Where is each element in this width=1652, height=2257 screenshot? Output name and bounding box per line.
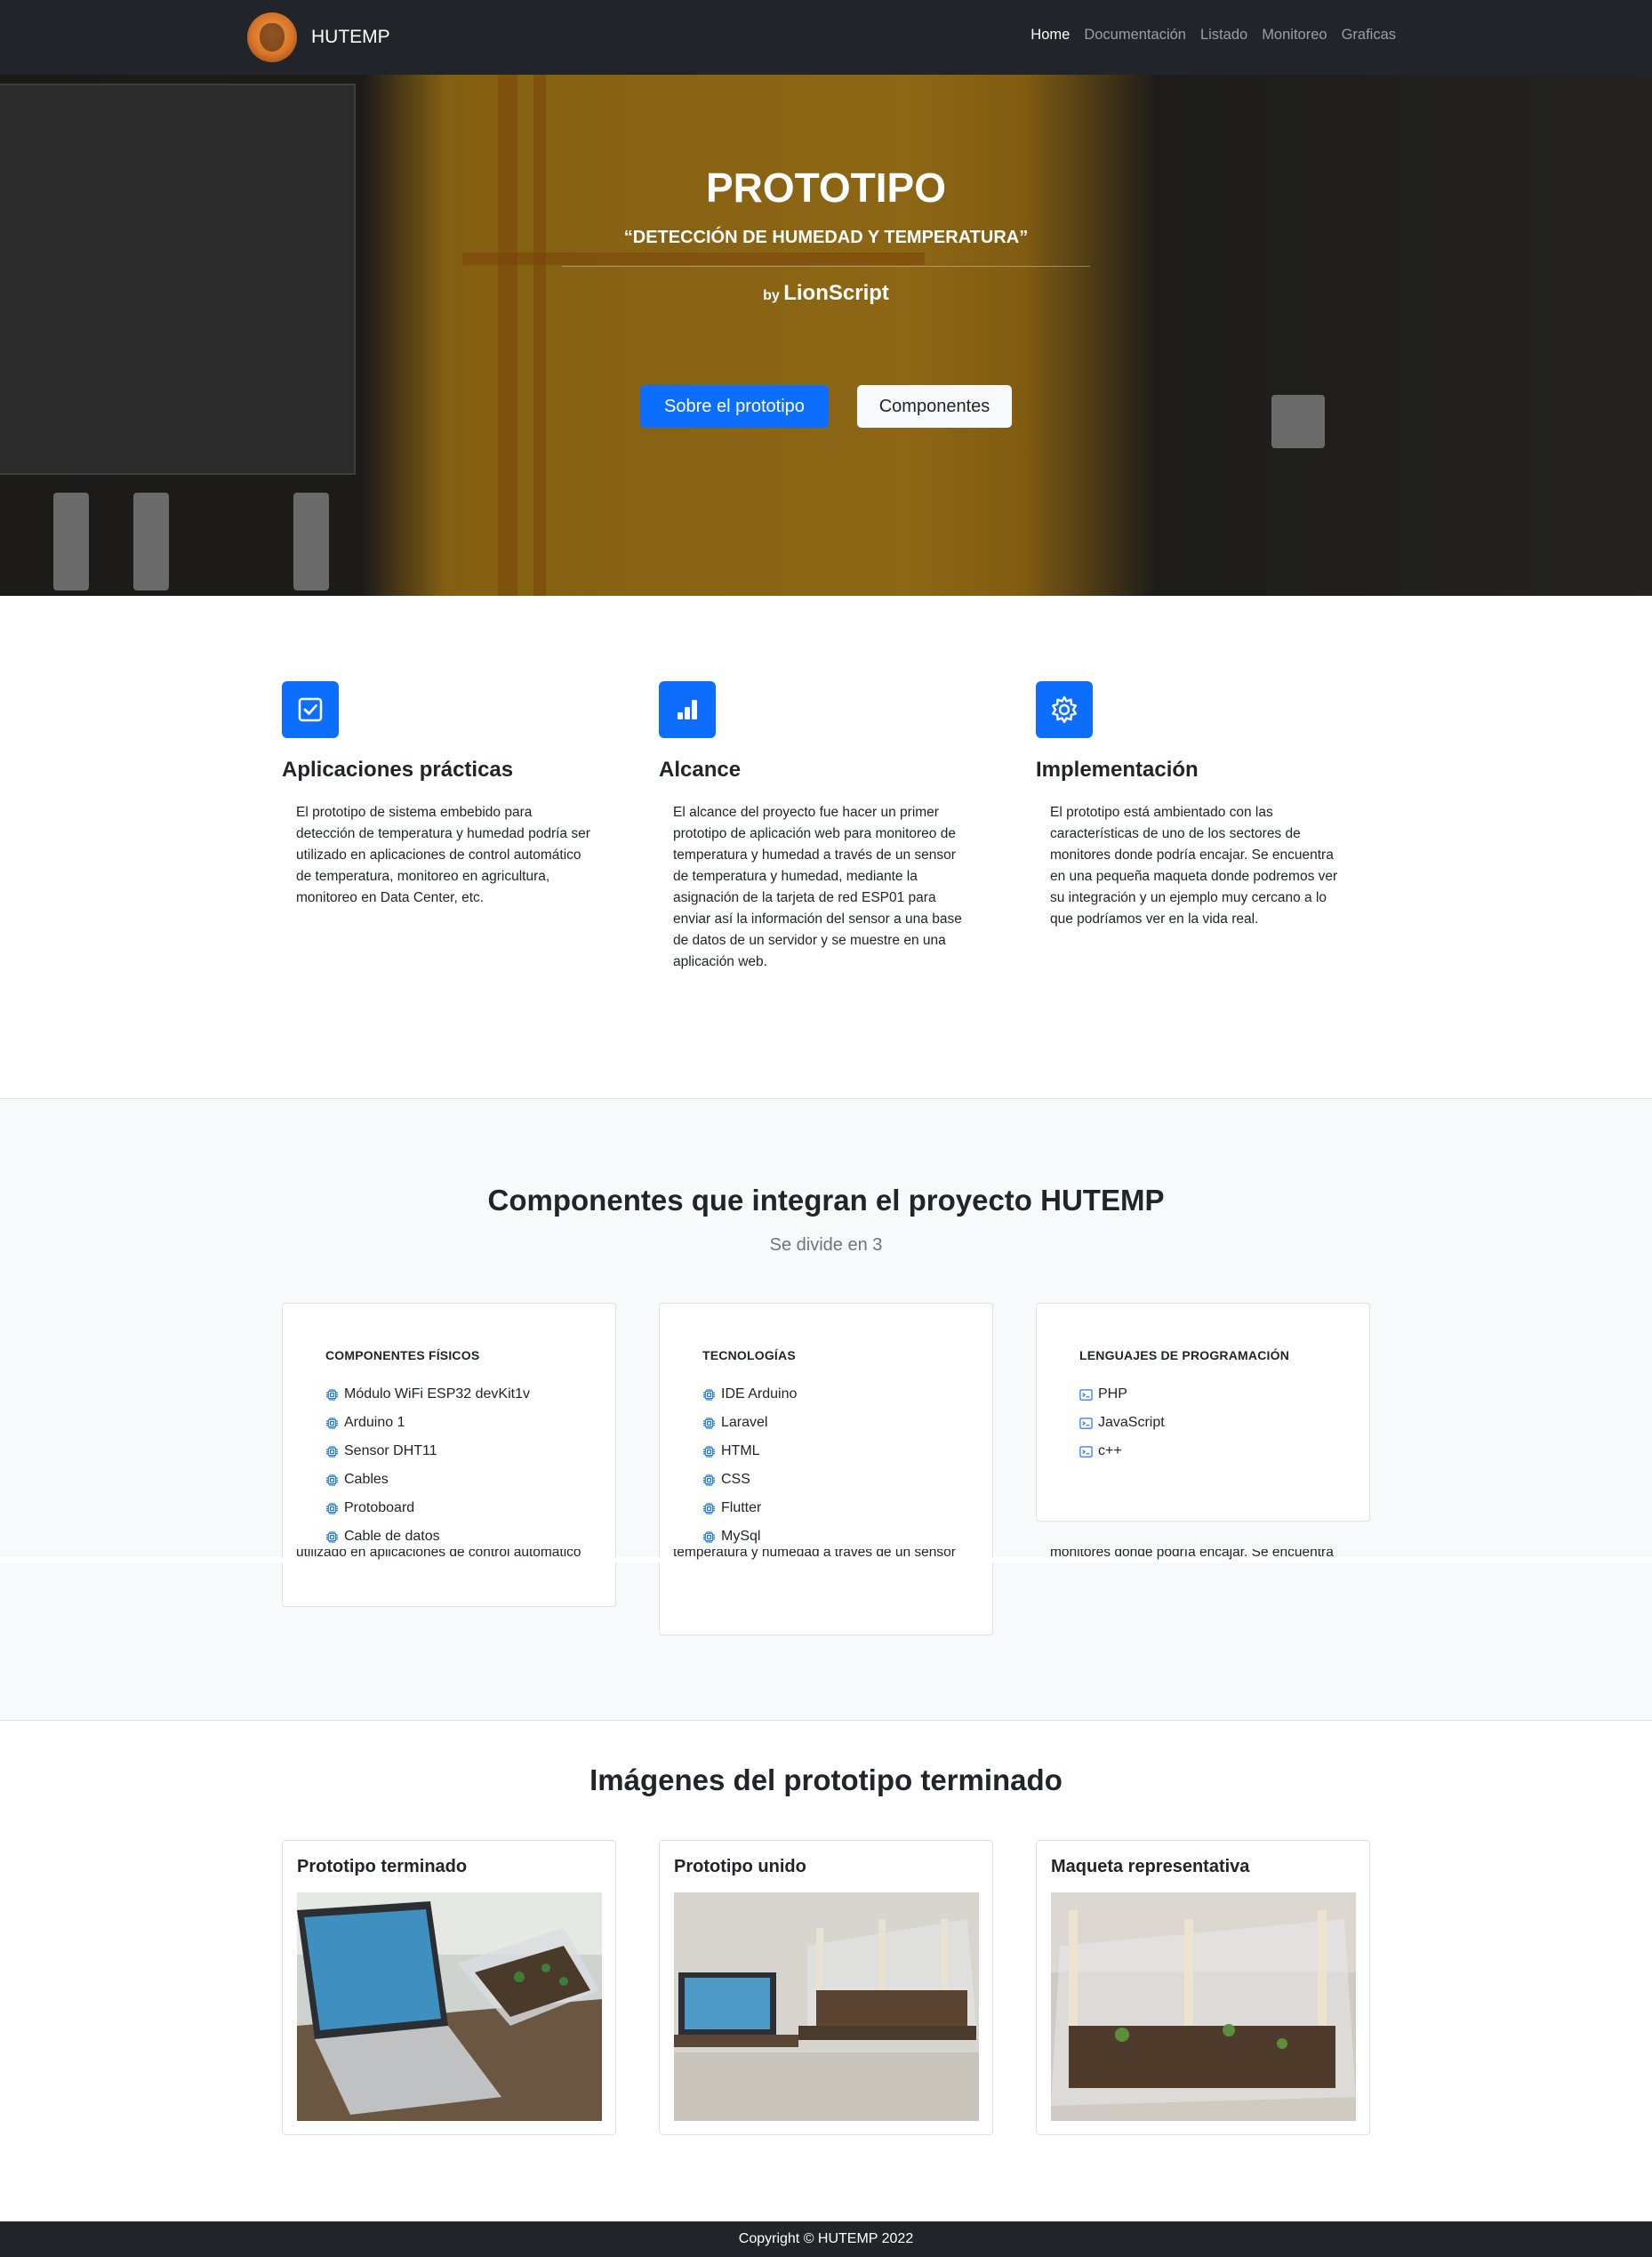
- cpu-icon: [325, 1474, 339, 1487]
- hero-background-pin: [1271, 395, 1325, 448]
- cpu-icon: [325, 1502, 339, 1515]
- nav-link-documentacion[interactable]: Documentación: [1084, 27, 1186, 44]
- list-item: MySql: [702, 1522, 797, 1551]
- overlap-text-fragment: temperatura y humedad a través de un sen…: [673, 1549, 956, 1560]
- cpu-icon: [325, 1445, 339, 1458]
- list-item: Cable de datos: [325, 1522, 530, 1551]
- feature-implementacion: Implementación El prototipo está ambient…: [1036, 681, 1349, 930]
- cpu-icon: [702, 1388, 716, 1402]
- nav-link-listado[interactable]: Listado: [1200, 27, 1247, 44]
- hero-by-prefix: by: [763, 288, 780, 303]
- list-item: HTML: [702, 1437, 797, 1466]
- terminal-icon: [1079, 1417, 1093, 1430]
- feature-aplicaciones: Aplicaciones prácticas El prototipo de s…: [282, 681, 595, 909]
- nav-link-home[interactable]: Home: [1030, 27, 1070, 44]
- terminal-icon: [1079, 1445, 1093, 1458]
- photo-card-unido: Prototipo unido: [659, 1840, 993, 2135]
- hero-background-trace: [533, 75, 546, 596]
- feature-title: Implementación: [1036, 758, 1199, 782]
- feature-title: Aplicaciones prácticas: [282, 758, 514, 782]
- list-item: Flutter: [702, 1494, 797, 1522]
- photo-card-title: Maqueta representativa: [1051, 1857, 1250, 1876]
- check-square-icon: [282, 681, 339, 738]
- card-list: PHP JavaScript c++: [1079, 1380, 1165, 1466]
- hero-background-pin: [53, 493, 89, 590]
- cpu-icon: [702, 1474, 716, 1487]
- prototype-photo: [297, 1892, 602, 2121]
- gallery-title: Imágenes del prototipo terminado: [589, 1763, 1063, 1796]
- card-heading: Lenguajes de programación: [1079, 1348, 1290, 1362]
- overlap-text-fragment: monitores donde podría encajar. Se encue…: [1050, 1549, 1334, 1560]
- hero-divider: [562, 266, 1090, 267]
- feature-text: El prototipo de sistema embebido para de…: [296, 805, 590, 905]
- components-subtitle: Se divide en 3: [769, 1235, 883, 1255]
- hero-title: PROTOTIPO: [705, 165, 947, 211]
- card-list: Módulo WiFi ESP32 devKit1v Arduino 1 Sen…: [325, 1380, 530, 1551]
- nav-link-monitoreo[interactable]: Monitoreo: [1262, 27, 1327, 44]
- card-lenguajes: Lenguajes de programación PHP JavaScript…: [1036, 1303, 1370, 1522]
- hero-background-pin: [133, 493, 169, 590]
- hero-banner: PROTOTIPO “DETECCIÓN DE HUMEDAD Y TEMPER…: [0, 75, 1652, 596]
- feature-text: El alcance del proyecto fue hacer un pri…: [673, 805, 962, 969]
- cpu-icon: [325, 1417, 339, 1430]
- cpu-icon: [702, 1502, 716, 1515]
- list-item: CSS: [702, 1466, 797, 1494]
- footer-copyright: Copyright © HUTEMP 2022: [738, 2231, 914, 2246]
- hero-background-trace: [498, 75, 517, 596]
- lion-logo-icon: [247, 12, 297, 62]
- list-item: Laravel: [702, 1409, 797, 1437]
- photo-card-title: Prototipo terminado: [297, 1857, 468, 1876]
- terminal-icon: [1079, 1388, 1093, 1402]
- prototype-photo: [1051, 1892, 1356, 2121]
- card-tecnologias: Tecnologías IDE Arduino Laravel HTML CSS…: [659, 1303, 993, 1635]
- cpu-icon: [325, 1530, 339, 1544]
- cpu-icon: [702, 1417, 716, 1430]
- hero-by-name: LionScript: [783, 281, 889, 305]
- components-section: Componentes que integran el proyecto HUT…: [0, 1098, 1652, 1721]
- list-item: JavaScript: [1079, 1409, 1165, 1437]
- photo-card-maqueta: Maqueta representativa: [1036, 1840, 1370, 2135]
- components-title: Componentes que integran el proyecto HUT…: [487, 1184, 1165, 1217]
- signal-bars-icon: [659, 681, 716, 738]
- brand-name: HUTEMP: [311, 27, 390, 47]
- brand-link[interactable]: HUTEMP: [247, 12, 390, 62]
- card-list: IDE Arduino Laravel HTML CSS Flutter MyS…: [702, 1380, 797, 1551]
- list-item: Protoboard: [325, 1494, 530, 1522]
- feature-alcance: Alcance El alcance del proyecto fue hace…: [659, 681, 972, 973]
- feature-title: Alcance: [659, 758, 742, 782]
- footer: Copyright © HUTEMP 2022: [0, 2221, 1652, 2257]
- list-item: Sensor DHT11: [325, 1437, 530, 1466]
- list-item: Cables: [325, 1466, 530, 1494]
- list-item: IDE Arduino: [702, 1380, 797, 1409]
- components-button[interactable]: Componentes: [857, 385, 1012, 428]
- photo-card-title: Prototipo unido: [674, 1857, 806, 1876]
- navbar: HUTEMP Home Documentación Listado Monito…: [0, 0, 1652, 75]
- hero-background-pin: [293, 493, 329, 590]
- list-item: PHP: [1079, 1380, 1165, 1409]
- nav-link-graficas[interactable]: Graficas: [1342, 27, 1396, 44]
- feature-text: El prototipo está ambientado con las car…: [1050, 805, 1338, 927]
- cpu-icon: [702, 1445, 716, 1458]
- list-item: Módulo WiFi ESP32 devKit1v: [325, 1380, 530, 1409]
- hero-background-trace: [462, 253, 925, 265]
- hero-subtitle: “DETECCIÓN DE HUMEDAD Y TEMPERATURA”: [623, 228, 1029, 247]
- cpu-icon: [325, 1388, 339, 1402]
- hero-byline: by LionScript: [0, 281, 1652, 306]
- prototype-photo: [674, 1892, 979, 2121]
- cpu-icon: [702, 1530, 716, 1544]
- photo-card-terminado: Prototipo terminado: [282, 1840, 616, 2135]
- list-item: Arduino 1: [325, 1409, 530, 1437]
- about-prototype-button[interactable]: Sobre el prototipo: [640, 385, 829, 428]
- card-heading: Componentes físicos: [325, 1348, 480, 1362]
- nav-links: Home Documentación Listado Monitoreo Gra…: [1030, 27, 1396, 44]
- hero-background-chip: [0, 84, 356, 475]
- list-item: c++: [1079, 1437, 1165, 1466]
- overlap-text-fragment: utilizado en aplicaciones de control aut…: [296, 1549, 581, 1560]
- card-heading: Tecnologías: [702, 1348, 796, 1362]
- gear-icon: [1036, 681, 1093, 738]
